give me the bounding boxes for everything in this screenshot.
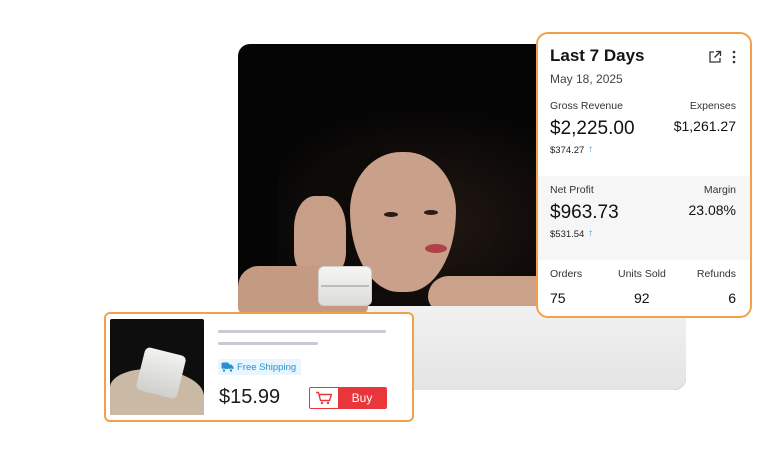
gross-revenue-value: $2,225.00 xyxy=(550,118,635,139)
product-price: $15.99 xyxy=(219,386,281,408)
product-subtitle-placeholder xyxy=(218,342,318,345)
model-lips xyxy=(425,244,447,253)
margin-label: Margin xyxy=(703,184,736,196)
orders-value: 75 xyxy=(550,290,566,306)
stats-date: May 18, 2025 xyxy=(550,72,623,86)
buy-button-label: Buy xyxy=(338,388,386,408)
gross-revenue-change: $374.27 xyxy=(550,145,585,156)
expenses-value: $1,261.27 xyxy=(673,118,736,134)
external-link-icon[interactable] xyxy=(708,50,722,64)
net-profit-label: Net Profit xyxy=(550,184,594,196)
model-eye-left xyxy=(384,212,398,217)
model-hand xyxy=(294,196,346,276)
cream-jar xyxy=(318,266,372,306)
profit-section: Net Profit $963.73 $531.54 ↑ Margin 23.0… xyxy=(538,176,750,260)
more-vertical-icon[interactable] xyxy=(730,49,738,65)
trend-up-icon: ↑ xyxy=(588,144,593,155)
free-shipping-badge: Free Shipping xyxy=(218,359,302,375)
product-title-placeholder xyxy=(218,330,386,333)
units-sold-value: 92 xyxy=(634,290,650,306)
net-profit-change: $531.54 xyxy=(550,229,585,240)
product-card: Free Shipping $15.99 Buy xyxy=(104,312,414,422)
units-sold-label: Units Sold xyxy=(618,268,666,280)
buy-button[interactable]: Buy xyxy=(309,387,387,409)
expenses-label: Expenses xyxy=(689,100,736,112)
orders-label: Orders xyxy=(550,268,583,280)
sales-stats-card: Last 7 Days May 18, 2025 Gross Revenue $… xyxy=(536,32,752,318)
orders-section: Orders 75 Units Sold 92 Refunds 6 xyxy=(538,260,750,316)
trend-up-icon: ↑ xyxy=(588,228,593,239)
net-profit-value: $963.73 xyxy=(550,202,619,223)
revenue-section: Gross Revenue $2,225.00 $374.27 ↑ Expens… xyxy=(538,94,750,176)
cart-icon xyxy=(310,388,338,408)
free-shipping-label: Free Shipping xyxy=(237,361,297,373)
refunds-value: 6 xyxy=(728,290,736,306)
gross-revenue-label: Gross Revenue xyxy=(550,100,623,112)
margin-value: 23.08% xyxy=(688,202,736,218)
product-thumbnail[interactable] xyxy=(110,319,204,415)
model-eye-right xyxy=(424,210,438,215)
truck-icon xyxy=(221,362,234,373)
refunds-label: Refunds xyxy=(696,268,736,280)
